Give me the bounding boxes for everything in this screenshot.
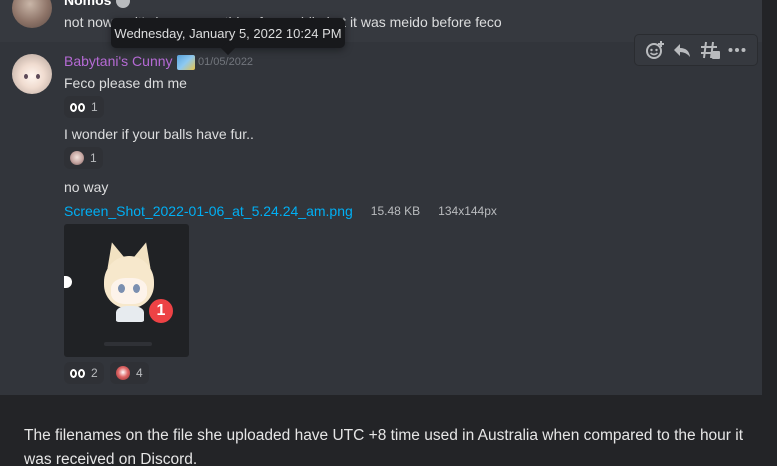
avatar-eye bbox=[118, 284, 125, 293]
reaction-count: 1 bbox=[90, 151, 97, 165]
username-emoji-icon bbox=[177, 55, 195, 70]
add-reaction-icon bbox=[645, 41, 664, 59]
reaction-count: 4 bbox=[136, 366, 143, 380]
attachment-size: 15.48 KB bbox=[370, 204, 421, 218]
reaction-count: 2 bbox=[91, 366, 98, 380]
avatar-eye bbox=[133, 284, 140, 293]
create-thread-icon bbox=[700, 41, 720, 59]
reply-button[interactable] bbox=[669, 37, 695, 63]
message-line: I wonder if your balls have fur.. bbox=[64, 126, 254, 142]
image-status-bar bbox=[104, 342, 152, 346]
tooltip-text: Wednesday, January 5, 2022 10:24 PM bbox=[114, 25, 342, 41]
add-reaction-button[interactable] bbox=[642, 37, 668, 63]
attachment-filename-link[interactable]: Screen_Shot_2022-01-06_at_5.24.24_am.png bbox=[64, 203, 353, 219]
eyes-emoji-icon bbox=[70, 368, 85, 378]
notification-badge: 1 bbox=[146, 296, 176, 326]
anime-face-red-emoji-icon bbox=[116, 366, 130, 380]
reaction-count: 1 bbox=[91, 100, 98, 114]
eyes-emoji-icon bbox=[70, 102, 85, 112]
image-edge-mark bbox=[64, 276, 72, 288]
message-line: Feco please dm me bbox=[64, 75, 187, 91]
reaction-eyes[interactable]: 2 bbox=[64, 362, 104, 384]
avatar-face bbox=[111, 278, 147, 304]
scrollbar-track[interactable] bbox=[762, 0, 777, 395]
reaction-eyes[interactable]: 1 bbox=[64, 96, 104, 118]
attachment-dimensions: 134x144px bbox=[438, 204, 497, 218]
timestamp-tooltip: Wednesday, January 5, 2022 10:24 PM bbox=[111, 18, 345, 48]
more-options-icon bbox=[728, 48, 746, 52]
message-timestamp[interactable]: 01/05/2022 bbox=[198, 56, 253, 68]
message-toolbar bbox=[634, 34, 758, 66]
anime-face-emoji-icon bbox=[70, 151, 84, 165]
attachment-image[interactable]: 1 bbox=[64, 224, 189, 357]
avatar-body bbox=[116, 306, 144, 322]
reaction-anime-face[interactable]: 1 bbox=[64, 147, 103, 169]
previous-author-name[interactable]: Nomos bbox=[64, 0, 111, 8]
author-username[interactable]: Babytani's Cunny bbox=[64, 53, 173, 69]
avatar-eye bbox=[36, 74, 40, 79]
previous-author-avatar[interactable] bbox=[12, 0, 52, 28]
reaction-anime-face-red[interactable]: 4 bbox=[110, 362, 149, 384]
more-options-button[interactable] bbox=[724, 37, 750, 63]
author-avatar[interactable] bbox=[12, 54, 52, 94]
avatar-eye bbox=[24, 74, 28, 79]
attachment-info: Screen_Shot_2022-01-06_at_5.24.24_am.png… bbox=[64, 203, 497, 219]
reply-icon bbox=[674, 44, 691, 57]
previous-author-badge-icon bbox=[116, 0, 130, 8]
message-line: no way bbox=[64, 179, 109, 195]
discord-chat-panel: Nomos not now … it's been something for … bbox=[0, 0, 762, 395]
caption-text: The filenames on the file she uploaded h… bbox=[24, 427, 744, 466]
create-thread-button[interactable] bbox=[697, 37, 723, 63]
